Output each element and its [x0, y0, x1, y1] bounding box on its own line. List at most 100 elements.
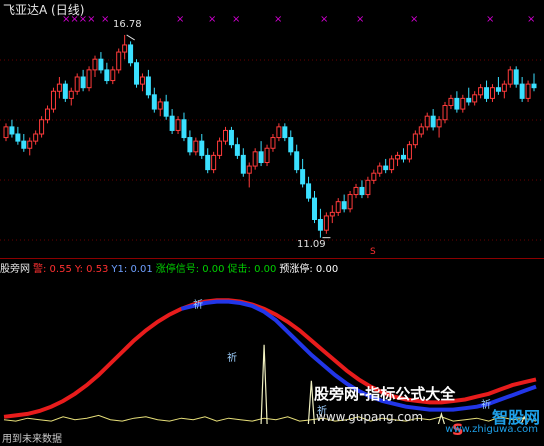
candle-body[interactable]	[86, 69, 92, 89]
candle-body[interactable]	[294, 151, 300, 171]
candle-body[interactable]	[484, 87, 490, 99]
candle-body[interactable]	[169, 115, 175, 131]
candle-body[interactable]	[460, 97, 466, 110]
candle-body[interactable]	[472, 94, 478, 103]
candle-body[interactable]	[347, 194, 353, 210]
candle-body[interactable]	[270, 137, 276, 149]
price-chart[interactable]	[0, 0, 544, 258]
candle-body[interactable]	[436, 119, 442, 128]
low-price-label: 11.09	[297, 239, 326, 250]
candle-body[interactable]	[424, 115, 430, 128]
candle-body[interactable]	[205, 154, 211, 171]
indicator-name: 股旁网	[0, 264, 30, 275]
candle-body[interactable]	[223, 129, 229, 142]
candle-body[interactable]	[395, 154, 401, 160]
candle-body[interactable]	[62, 83, 68, 99]
candle-body[interactable]	[21, 140, 27, 149]
candle-body[interactable]	[228, 129, 234, 146]
candle-body[interactable]	[276, 126, 282, 139]
candle-body[interactable]	[264, 147, 270, 163]
candle-body[interactable]	[128, 44, 134, 64]
candle-body[interactable]	[519, 83, 525, 99]
candle-body[interactable]	[74, 76, 80, 92]
candle-body[interactable]	[383, 165, 389, 171]
candle-body[interactable]	[187, 137, 193, 153]
candle-body[interactable]	[430, 115, 436, 128]
candle-body[interactable]	[400, 154, 406, 160]
candle-body[interactable]	[341, 201, 347, 210]
signal-mark: ×	[208, 14, 217, 25]
candle-body[interactable]	[323, 215, 329, 231]
candle-body[interactable]	[442, 105, 448, 121]
candle-body[interactable]	[311, 197, 317, 220]
candle-body[interactable]	[104, 69, 110, 82]
candle-body[interactable]	[252, 151, 258, 167]
candle-body[interactable]	[3, 126, 9, 139]
candle-body[interactable]	[389, 158, 395, 171]
candle-body[interactable]	[365, 179, 371, 196]
candle-body[interactable]	[418, 126, 424, 135]
candle-body[interactable]	[317, 219, 323, 231]
candle-body[interactable]	[68, 90, 74, 99]
candle-body[interactable]	[139, 76, 145, 85]
candle-body[interactable]	[116, 51, 122, 71]
candle-body[interactable]	[240, 154, 246, 174]
candle-body[interactable]	[478, 87, 484, 96]
candle-body[interactable]	[335, 201, 341, 213]
candle-body[interactable]	[56, 83, 62, 92]
candle-body[interactable]	[501, 83, 507, 92]
candle-body[interactable]	[234, 144, 240, 156]
candle-body[interactable]	[513, 69, 519, 85]
candle-body[interactable]	[359, 186, 365, 196]
candle-body[interactable]	[300, 169, 306, 185]
candle-body[interactable]	[282, 126, 288, 139]
candle-body[interactable]	[507, 69, 513, 85]
candle-body[interactable]	[45, 108, 51, 121]
candle-body[interactable]	[50, 90, 56, 110]
candle-body[interactable]	[217, 140, 223, 156]
candle-body[interactable]	[406, 144, 412, 160]
candle-body[interactable]	[246, 165, 252, 174]
candle-body[interactable]	[377, 165, 383, 174]
candle-body[interactable]	[306, 183, 312, 199]
candle-body[interactable]	[489, 87, 495, 99]
candle-body[interactable]	[531, 83, 537, 89]
candle-body[interactable]	[92, 58, 98, 71]
signal-mark: ×	[101, 14, 110, 25]
candle-body[interactable]	[157, 101, 163, 110]
panel-divider	[0, 258, 544, 259]
candle-body[interactable]	[371, 172, 377, 181]
candle-body[interactable]	[495, 87, 501, 92]
candle-body[interactable]	[39, 119, 45, 135]
candle-body[interactable]	[199, 140, 205, 156]
candle-body[interactable]	[27, 140, 33, 149]
candle-body[interactable]	[122, 44, 128, 53]
candle-body[interactable]	[98, 58, 104, 71]
signal-mark: ×	[356, 14, 365, 25]
candle-body[interactable]	[151, 94, 157, 110]
candle-body[interactable]	[110, 69, 116, 82]
candle-body[interactable]	[175, 119, 181, 131]
candle-body[interactable]	[9, 126, 15, 135]
indicator-value-warn: 警: 0.55	[33, 264, 72, 275]
candle-body[interactable]	[211, 154, 217, 171]
candle-body[interactable]	[329, 211, 335, 217]
candle-body[interactable]	[181, 119, 187, 139]
candle-body[interactable]	[288, 137, 294, 153]
candle-body[interactable]	[466, 97, 472, 103]
candle-body[interactable]	[33, 133, 39, 142]
signal-mark: ×	[176, 14, 185, 25]
candle-body[interactable]	[448, 97, 454, 106]
candle-body[interactable]	[15, 133, 21, 142]
indicator-value-y1: Y1: 0.01	[111, 264, 153, 275]
candle-body[interactable]	[525, 83, 531, 99]
candle-body[interactable]	[134, 62, 140, 85]
candle-body[interactable]	[258, 151, 264, 163]
candle-body[interactable]	[454, 97, 460, 110]
candle-body[interactable]	[412, 133, 418, 146]
candle-body[interactable]	[80, 76, 86, 89]
candle-body[interactable]	[145, 76, 151, 96]
candle-body[interactable]	[193, 140, 199, 153]
candle-body[interactable]	[163, 101, 169, 117]
candle-body[interactable]	[353, 186, 359, 196]
